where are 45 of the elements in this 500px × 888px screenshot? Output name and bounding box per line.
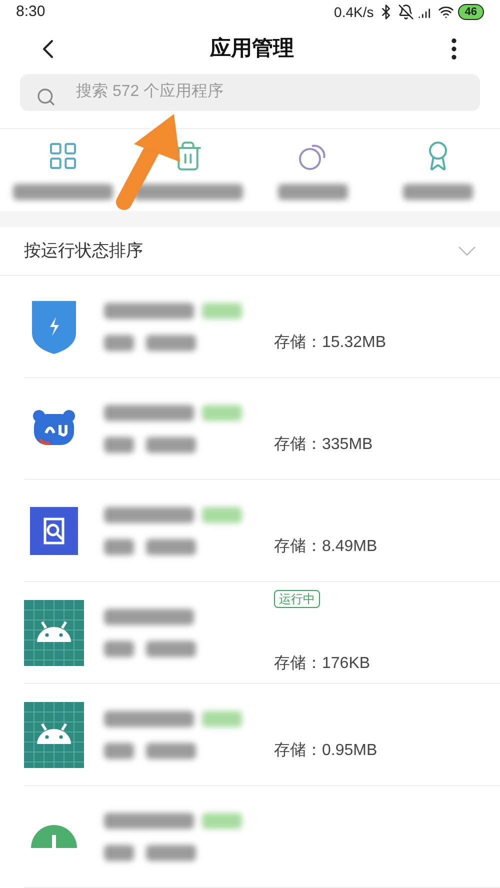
blurred-badge <box>202 812 242 828</box>
app-row[interactable]: 存储：0.95MB <box>24 684 500 786</box>
app-row[interactable]: 存储：335MB <box>24 378 500 480</box>
shield-icon <box>30 298 78 354</box>
android-robot-icon <box>24 600 84 666</box>
document-search-icon <box>30 506 78 554</box>
blurred-text <box>104 334 134 350</box>
bell-off-icon <box>398 4 414 20</box>
chevron-down-icon <box>458 246 476 256</box>
android-robot-icon <box>24 702 84 768</box>
network-speed: 0.4K/s <box>334 2 374 22</box>
app-row[interactable]: 存储：15.32MB <box>24 276 500 378</box>
storage-size: 存储：15.32MB <box>274 332 386 352</box>
status-time: 8:30 <box>16 2 46 22</box>
round-app-icon <box>31 824 77 848</box>
blurred-badge <box>202 506 242 522</box>
blurred-badge <box>202 404 242 420</box>
app-row[interactable]: 存储：8.49MB <box>24 480 500 582</box>
storage-size: 存储：8.49MB <box>274 536 378 556</box>
blurred-text <box>402 184 472 200</box>
page-title: 应用管理 <box>210 36 294 62</box>
search-icon <box>36 86 56 107</box>
blurred-text <box>104 742 134 758</box>
sort-dropdown[interactable]: 按运行状态排序 <box>0 226 500 276</box>
storage-size: 存储：335MB <box>274 434 373 454</box>
blurred-badge <box>202 302 242 318</box>
blurred-text <box>146 742 196 758</box>
storage-size: 存储：176KB <box>274 654 370 674</box>
blurred-text <box>146 334 196 350</box>
blurred-text <box>104 844 134 860</box>
wifi-icon <box>438 4 454 20</box>
blurred-text <box>104 436 134 452</box>
storage-size: 存储：0.95MB <box>274 740 378 760</box>
blurred-text <box>104 640 134 656</box>
blurred-text <box>146 436 196 452</box>
blurred-text <box>146 538 196 554</box>
battery-level: 46 <box>458 4 484 20</box>
blurred-text <box>146 640 196 656</box>
blurred-text <box>278 184 348 200</box>
app-row[interactable]: 运行中 存储：176KB <box>24 582 500 684</box>
blurred-text <box>104 538 134 554</box>
status-badge: 运行中 <box>274 590 320 608</box>
search-field[interactable]: 搜索 572 个应用程序 <box>20 74 480 112</box>
blurred-text <box>146 844 196 860</box>
blurred-badge <box>202 710 242 726</box>
